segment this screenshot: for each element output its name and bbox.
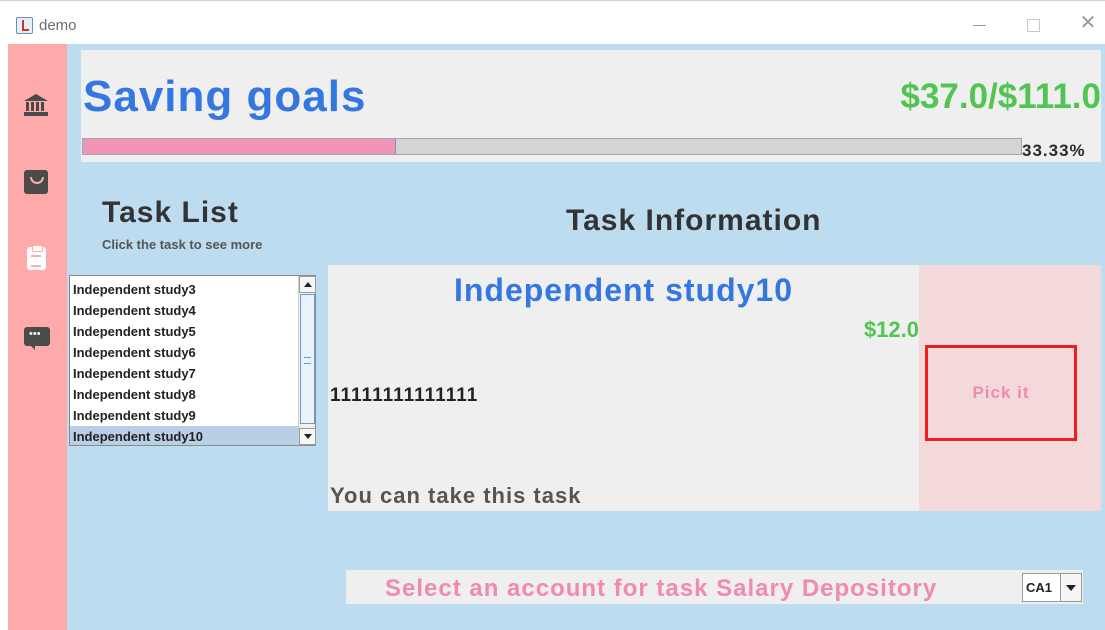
task-list-item[interactable]: Independent study3 [70, 279, 298, 300]
task-list-item[interactable]: Independent study7 [70, 363, 298, 384]
task-status: You can take this task [330, 483, 582, 508]
window-title: demo [39, 17, 77, 34]
task-list-hint: Click the task to see more [102, 237, 263, 252]
task-description: 11111111111111 [330, 385, 479, 406]
main-content: Saving goals $37.0/$111.0 33.33% Task Li… [8, 44, 1105, 630]
task-list-item[interactable]: Independent study9 [70, 405, 298, 426]
close-button[interactable]: ✕ [1078, 13, 1098, 34]
chevron-down-icon[interactable] [1060, 574, 1081, 601]
task-listbox[interactable]: Independent study3 Independent study4 Inde… [69, 275, 316, 446]
task-list-item[interactable]: Independent study10 [70, 426, 298, 445]
scroll-thumb[interactable] [300, 294, 315, 424]
chat-icon[interactable] [24, 327, 50, 350]
task-reward: $12.0 [863, 317, 919, 342]
task-list-item[interactable]: Independent study5 [70, 321, 298, 342]
maximize-button[interactable] [1023, 14, 1043, 34]
java-app-icon [16, 17, 33, 34]
pick-panel: Pick it [919, 265, 1101, 511]
task-items: Independent study3 Independent study4 Inde… [70, 276, 298, 445]
progress-percent: 33.33% [1022, 141, 1086, 160]
scroll-up-button[interactable] [299, 276, 316, 293]
task-list-title: Task List [102, 196, 239, 229]
progress-fill [83, 139, 396, 154]
minimize-button[interactable] [970, 14, 990, 34]
sidebar [8, 44, 67, 630]
saving-goals-amount: $37.0/$111.0 [900, 77, 1102, 116]
task-list-item[interactable]: Independent study4 [70, 300, 298, 321]
saving-goals-title: Saving goals [83, 72, 367, 121]
task-list-item[interactable]: Independent study6 [70, 342, 298, 363]
task-list-scrollbar[interactable] [298, 276, 316, 445]
account-dropdown[interactable]: CA1 [1022, 573, 1082, 602]
task-information-title: Task Information [566, 204, 822, 237]
clipboard-icon[interactable] [27, 245, 46, 270]
task-list-item[interactable]: Independent study8 [70, 384, 298, 405]
task-name: Independent study10 [453, 272, 794, 308]
task-information-panel: Independent study10 $12.0 11111111111111… [328, 265, 919, 511]
saving-goals-panel: Saving goals $37.0/$111.0 33.33% [81, 50, 1101, 162]
account-selection-bar: Select an account for task Salary Deposi… [346, 570, 1083, 604]
window-titlebar: demo ✕ [0, 0, 1105, 44]
account-prompt: Select an account for task Salary Deposi… [385, 575, 938, 602]
bank-icon[interactable] [23, 92, 50, 119]
pick-it-button[interactable]: Pick it [925, 345, 1077, 441]
shopping-bag-icon[interactable] [24, 170, 48, 194]
saving-goals-progress-bar [82, 138, 1022, 155]
scroll-down-button[interactable] [299, 428, 316, 445]
account-selected-value: CA1 [1026, 580, 1053, 595]
